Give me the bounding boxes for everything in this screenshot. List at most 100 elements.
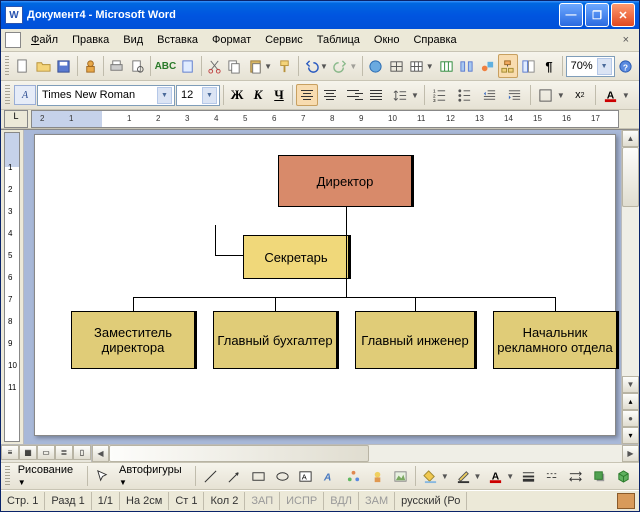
insert-worksheet-button[interactable] (437, 54, 457, 78)
org-sub-3[interactable]: Начальник рекламного отдела (493, 311, 619, 369)
borders-dropdown-icon[interactable]: ▼ (557, 91, 565, 100)
zoom-dropdown-icon[interactable]: ▼ (597, 58, 612, 75)
line-color-dropdown-icon[interactable]: ▼ (474, 472, 482, 481)
org-sub-1[interactable]: Главный бухгалтер (213, 311, 339, 369)
textbox-tool[interactable]: A (294, 464, 317, 488)
columns-button[interactable] (457, 54, 477, 78)
normal-view-button[interactable]: ≡ (1, 445, 19, 460)
cut-button[interactable] (205, 54, 225, 78)
save-button[interactable] (54, 54, 74, 78)
menu-view[interactable]: Вид (117, 32, 149, 48)
fill-dropdown-icon[interactable]: ▼ (441, 472, 449, 481)
horizontal-scrollbar[interactable]: ≡ ▦ ▭ ≣ ▯ ◀ ▶ (1, 444, 639, 462)
vertical-scrollbar[interactable]: ▲ ▼ ▴ ● ▾ (621, 130, 639, 444)
font-color-dropdown-icon[interactable]: ▼ (622, 91, 630, 100)
org-secretary[interactable]: Секретарь (243, 235, 351, 279)
page-container[interactable]: Директор Секретарь Заместитель директора… (24, 130, 621, 444)
arrow-style-tool[interactable] (565, 464, 588, 488)
print-preview-button[interactable] (127, 54, 147, 78)
scroll-left-button[interactable]: ◀ (92, 445, 109, 462)
size-dropdown-icon[interactable]: ▼ (202, 87, 217, 104)
wordart-tool[interactable]: A (318, 464, 341, 488)
spellcheck-button[interactable]: ABC (154, 54, 178, 78)
redo-button[interactable] (331, 54, 351, 78)
drawing-toggle-button[interactable] (478, 54, 498, 78)
print-view-button[interactable]: ▭ (37, 445, 55, 460)
insert-table-dropdown-icon[interactable]: ▼ (426, 62, 434, 71)
menu-service[interactable]: Сервис (259, 32, 309, 48)
insert-diagram-tool[interactable] (342, 464, 365, 488)
arrow-tool[interactable] (223, 464, 246, 488)
reading-view-button[interactable]: ▯ (73, 445, 91, 460)
toolbar-grip[interactable] (5, 466, 10, 486)
browse-object-button[interactable]: ● (622, 410, 639, 427)
scroll-thumb-v[interactable] (622, 147, 639, 207)
org-sub-0[interactable]: Заместитель директора (71, 311, 197, 369)
toolbar-grip[interactable] (5, 56, 9, 76)
web-view-button[interactable]: ▦ (19, 445, 37, 460)
menu-table[interactable]: Таблица (311, 32, 366, 48)
line-color-tool[interactable] (452, 464, 475, 488)
org-sub-2[interactable]: Главный инженер (355, 311, 477, 369)
insert-clipart-tool[interactable] (366, 464, 389, 488)
new-doc-button[interactable] (13, 54, 33, 78)
next-page-button[interactable]: ▾ (622, 427, 639, 444)
menu-window[interactable]: Окно (368, 32, 406, 48)
select-objects-button[interactable] (91, 464, 114, 488)
prev-page-button[interactable]: ▴ (622, 393, 639, 410)
scroll-right-button[interactable]: ▶ (622, 445, 639, 462)
zoom-combo[interactable]: 70%▼ (566, 56, 615, 77)
redo-dropdown-icon[interactable]: ▼ (349, 62, 357, 71)
shadow-tool[interactable] (588, 464, 611, 488)
spell-status-icon[interactable] (617, 493, 635, 509)
minimize-button[interactable]: — (559, 3, 583, 27)
justify-button[interactable] (365, 84, 387, 106)
help-button[interactable]: ? (616, 54, 636, 78)
status-rec[interactable]: ЗАП (245, 492, 280, 510)
permissions-button[interactable] (80, 54, 100, 78)
show-marks-button[interactable]: ¶ (539, 54, 559, 78)
font-combo[interactable]: Times New Roman▼ (37, 85, 175, 106)
outline-view-button[interactable]: ≣ (55, 445, 73, 460)
bold-button[interactable]: Ж (227, 85, 247, 105)
close-button[interactable]: ✕ (611, 3, 635, 27)
rectangle-tool[interactable] (247, 464, 270, 488)
hyperlink-button[interactable] (366, 54, 386, 78)
line-tool[interactable] (199, 464, 222, 488)
drawing-menu[interactable]: Рисование ▼ (14, 464, 85, 488)
horizontal-ruler[interactable]: 211234567891011121314151617 (31, 110, 619, 128)
doc-map-button[interactable] (519, 54, 539, 78)
status-lang[interactable]: русский (Ро (395, 492, 467, 510)
insert-picture-tool[interactable] (389, 464, 412, 488)
maximize-button[interactable]: ❐ (585, 3, 609, 27)
fill-color-tool[interactable] (419, 464, 442, 488)
tables-borders-button[interactable] (387, 54, 407, 78)
paste-dropdown-icon[interactable]: ▼ (264, 62, 272, 71)
font-color-button[interactable]: A (599, 83, 623, 107)
bullet-list-button[interactable] (453, 83, 477, 107)
autoshapes-menu[interactable]: Автофигуры ▼ (115, 464, 192, 488)
status-ovr[interactable]: ЗАМ (359, 492, 395, 510)
research-button[interactable] (178, 54, 198, 78)
scroll-down-button[interactable]: ▼ (622, 376, 639, 393)
print-button[interactable] (107, 54, 127, 78)
diagram-button[interactable] (498, 54, 518, 78)
line-style-tool[interactable] (517, 464, 540, 488)
toolbar-grip[interactable] (5, 85, 10, 105)
numbered-list-button[interactable]: 123 (428, 83, 452, 107)
styles-button[interactable]: A (14, 85, 36, 105)
status-rev[interactable]: ИСПР (280, 492, 324, 510)
undo-dropdown-icon[interactable]: ▼ (320, 62, 328, 71)
superscript-button[interactable]: x2 (568, 83, 592, 107)
menu-help[interactable]: Справка (407, 32, 462, 48)
menu-format[interactable]: Формат (206, 32, 257, 48)
line-spacing-button[interactable] (388, 83, 412, 107)
spacing-dropdown-icon[interactable]: ▼ (411, 91, 419, 100)
scroll-thumb-h[interactable] (109, 445, 369, 462)
undo-button[interactable] (301, 54, 321, 78)
3d-tool[interactable] (612, 464, 635, 488)
insert-table-button[interactable] (407, 54, 427, 78)
align-center-button[interactable] (319, 84, 341, 106)
font-color-dropdown2-icon[interactable]: ▼ (506, 472, 514, 481)
align-right-button[interactable] (342, 84, 364, 106)
